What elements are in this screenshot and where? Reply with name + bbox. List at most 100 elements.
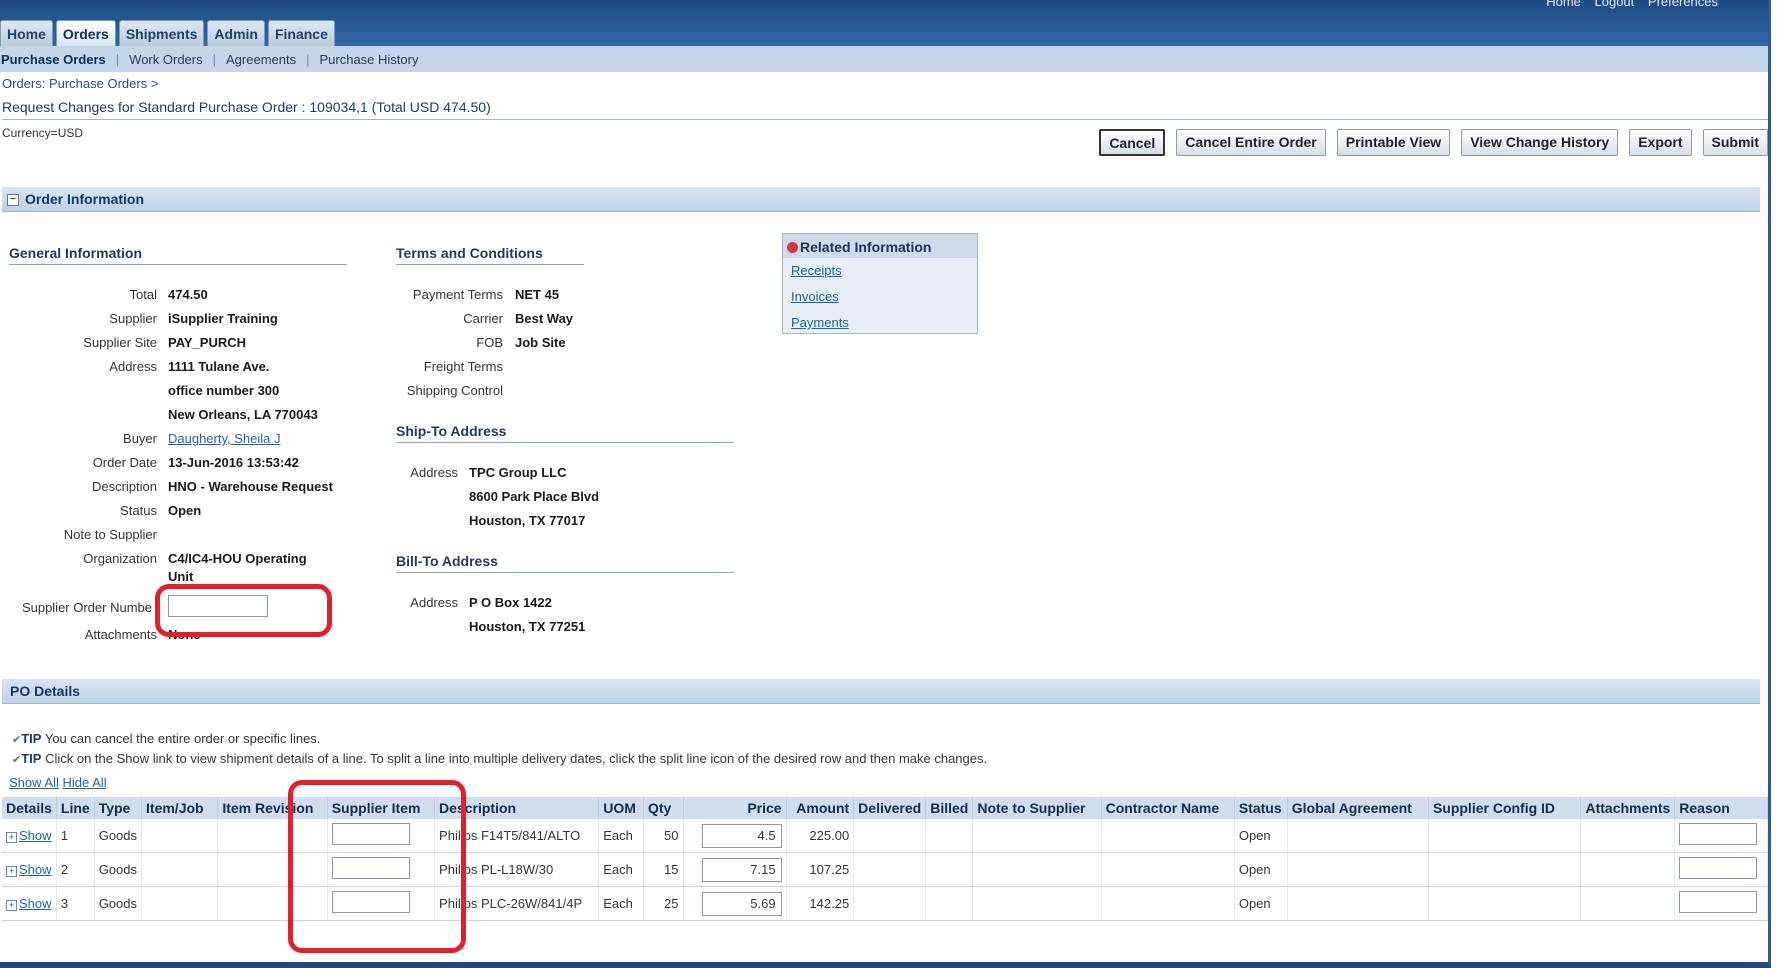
address-line-1: 1111 Tulane Ave. [168, 359, 270, 374]
carrier-value: Best Way [515, 311, 574, 326]
supplier-order-number-label: Supplier Order Numbe [21, 600, 152, 615]
col-qty: Qty [643, 797, 684, 819]
col-contractor-name: Contractor Name [1101, 797, 1235, 819]
home-link[interactable]: Home [1546, 0, 1581, 9]
line-qty: 50 [643, 819, 684, 853]
status-value: Open [168, 503, 202, 518]
col-line: Line [56, 797, 95, 819]
line-type: Goods [94, 852, 143, 887]
table-row: + Show 2 Goods Philips PL-L18W/30 Each 15… [2, 852, 1768, 887]
organization-value-line-2: Unit [168, 569, 194, 584]
view-change-history-button[interactable]: View Change History [1461, 129, 1619, 156]
printable-view-button[interactable]: Printable View [1336, 129, 1451, 156]
line-amount: 142.25 [786, 886, 855, 921]
highlight-box-supplier-item [288, 780, 466, 953]
reason-input[interactable] [1679, 823, 1758, 845]
show-details-link[interactable]: Show [19, 862, 52, 877]
submit-button[interactable]: Submit [1702, 129, 1768, 156]
shipping-control-label: Shipping Control [406, 383, 503, 398]
export-button[interactable]: Export [1629, 129, 1692, 156]
table-row: + Show 3 Goods Philips PLC-26W/841/4P Eac… [2, 886, 1768, 921]
col-price: Price [683, 797, 787, 819]
line-uom: Each [598, 852, 644, 887]
po-lines-table: Details Line Type Item/Job Item Revision… [2, 797, 1768, 921]
main-tabs: Home Orders Shipments Admin Finance [0, 20, 338, 47]
section-title: Order Information [25, 191, 145, 207]
expand-icon[interactable]: + [6, 866, 17, 877]
tip-text: Click on the Show link to view shipment … [45, 751, 988, 766]
line-number: 3 [56, 886, 95, 921]
description-label: Description [91, 479, 157, 494]
col-attachments: Attachments [1580, 797, 1676, 819]
hide-all-link[interactable]: Hide All [63, 775, 107, 790]
expand-icon[interactable]: + [6, 832, 17, 843]
bill-to-line-2: Houston, TX 77251 [469, 619, 586, 634]
subnav-work-orders[interactable]: Work Orders [119, 52, 212, 67]
collapse-icon[interactable]: − [7, 194, 19, 207]
col-uom: UOM [598, 797, 644, 819]
order-date-value: 13-Jun-2016 13:53:42 [168, 455, 299, 470]
terms-heading: Terms and Conditions [396, 245, 584, 265]
related-information-title: Related Information [800, 239, 932, 255]
col-status: Status [1234, 797, 1288, 819]
ship-to-address-label: Address [410, 465, 458, 480]
check-icon: ✔ [12, 734, 22, 746]
cancel-button[interactable]: Cancel [1099, 129, 1166, 156]
currency-label: Currency=USD [2, 126, 84, 140]
reason-input[interactable] [1679, 891, 1758, 913]
tip-text: You can cancel the entire order or speci… [44, 731, 321, 746]
buyer-link[interactable]: Daugherty, Sheila J [168, 431, 281, 446]
tab-home[interactable]: Home [0, 20, 53, 47]
col-details: Details [2, 797, 57, 819]
subnav-purchase-history[interactable]: Purchase History [309, 52, 428, 67]
page-title: Request Changes for Standard Purchase Or… [2, 99, 1768, 120]
payment-terms-label: Payment Terms [412, 287, 503, 302]
related-information-header: Related Information [783, 234, 977, 258]
related-information-box: Related Information Receipts Invoices Pa… [782, 233, 978, 334]
show-details-link[interactable]: Show [19, 896, 52, 911]
total-value: 474.50 [168, 287, 208, 302]
col-type: Type [94, 797, 143, 819]
show-all-link[interactable]: Show All [9, 775, 59, 790]
tab-admin[interactable]: Admin [207, 20, 265, 47]
invoices-link[interactable]: Invoices [791, 284, 977, 310]
highlight-box-supplier-order-number [155, 584, 332, 637]
ship-to-heading: Ship-To Address [396, 423, 734, 443]
price-input[interactable]: 7.15 [701, 857, 782, 882]
carrier-label: Carrier [463, 311, 503, 326]
col-supplier-config-id: Supplier Config ID [1428, 797, 1582, 819]
supplier-label: Supplier [109, 311, 157, 326]
receipts-link[interactable]: Receipts [791, 258, 977, 284]
line-amount: 107.25 [786, 852, 855, 887]
organization-value-line-1: C4/IC4-HOU Operating [168, 551, 307, 566]
preferences-link[interactable]: Preferences [1648, 0, 1718, 9]
line-qty: 15 [643, 852, 684, 887]
ship-to-line-2: 8600 Park Place Blvd [469, 489, 600, 504]
line-type: Goods [94, 886, 143, 921]
price-input[interactable]: 4.5 [701, 823, 782, 848]
cancel-entire-order-button[interactable]: Cancel Entire Order [1176, 129, 1326, 156]
col-item-job: Item/Job [141, 797, 219, 819]
price-input[interactable]: 5.69 [701, 891, 782, 916]
tab-finance[interactable]: Finance [267, 20, 335, 47]
address-line-3: New Orleans, LA 770043 [168, 407, 318, 422]
col-note-to-supplier: Note to Supplier [972, 797, 1102, 819]
description-value: HNO - Warehouse Request [168, 479, 333, 494]
breadcrumb[interactable]: Orders: Purchase Orders > [2, 76, 158, 91]
tip-label: TIP [21, 751, 42, 766]
subnav-purchase-orders[interactable]: Purchase Orders [0, 52, 116, 67]
expand-icon[interactable]: + [6, 900, 17, 911]
ship-to-line-1: TPC Group LLC [469, 465, 567, 480]
supplier-value: iSupplier Training [168, 311, 278, 326]
show-details-link[interactable]: Show [19, 828, 52, 843]
show-hide-controls: Show All Hide All [9, 775, 107, 790]
subnav-agreements[interactable]: Agreements [216, 52, 306, 67]
logout-link[interactable]: Logout [1595, 0, 1635, 9]
reason-input[interactable] [1679, 857, 1758, 879]
tab-orders[interactable]: Orders [55, 20, 116, 47]
note-to-supplier-label: Note to Supplier [63, 527, 157, 542]
payments-link[interactable]: Payments [791, 310, 977, 336]
tab-shipments[interactable]: Shipments [118, 20, 205, 47]
section-title: PO Details [10, 683, 81, 699]
line-amount: 225.00 [786, 819, 855, 853]
